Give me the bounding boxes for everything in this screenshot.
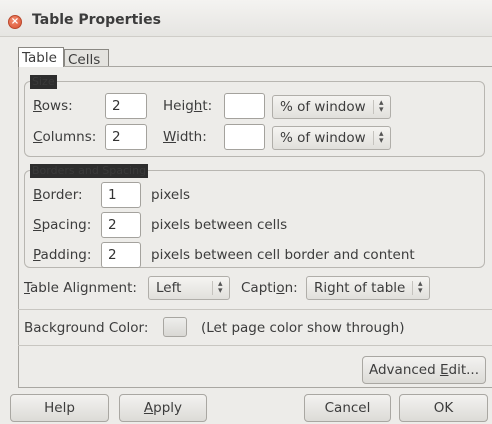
separator	[18, 345, 492, 346]
spinner-arrows-icon: ▴ ▾	[412, 280, 424, 296]
borders-group-legend: Borders and Spacing	[30, 164, 149, 178]
caption-value: Right of table	[314, 280, 406, 296]
spacing-unit: pixels between cells	[151, 217, 288, 233]
height-unit-select[interactable]: % of window ▴ ▾	[272, 95, 391, 119]
border-field[interactable]: 1	[101, 182, 141, 208]
table-alignment-value: Left	[156, 280, 182, 296]
border-unit: pixels	[151, 187, 190, 203]
caption-label: Caption:	[241, 280, 298, 296]
rows-field[interactable]: 2	[105, 93, 147, 119]
caption-select[interactable]: Right of table ▴ ▾	[306, 276, 430, 300]
spacing-label: Spacing:	[33, 217, 92, 233]
title-bar: × Table Properties	[0, 0, 492, 37]
advanced-edit-button[interactable]: Advanced Edit...	[362, 356, 486, 384]
tab-cells[interactable]: Cells	[64, 49, 109, 68]
columns-field[interactable]: 2	[105, 124, 147, 150]
tab-table[interactable]: Table	[18, 47, 64, 67]
columns-label: Columns:	[33, 129, 97, 145]
rows-label-rest: ows:	[41, 98, 73, 114]
rows-label-mnemonic: R	[33, 98, 42, 114]
width-field[interactable]	[224, 124, 265, 150]
spacing-field[interactable]: 2	[101, 212, 141, 238]
table-alignment-label: Table Alignment:	[24, 280, 137, 296]
spinner-arrows-icon: ▴ ▾	[212, 280, 224, 296]
help-button[interactable]: Help	[10, 394, 109, 422]
width-unit-select[interactable]: % of window ▴ ▾	[272, 126, 391, 150]
spinner-arrows-icon: ▴ ▾	[373, 99, 385, 115]
width-unit-value: % of window	[280, 130, 366, 146]
width-label: Width:	[163, 129, 207, 145]
cancel-button[interactable]: Cancel	[304, 394, 391, 422]
rows-label: Rows:	[33, 98, 73, 114]
apply-button[interactable]: Apply	[119, 394, 207, 422]
close-icon[interactable]: ×	[8, 15, 22, 29]
padding-field[interactable]: 2	[101, 242, 141, 268]
height-unit-value: % of window	[280, 99, 366, 115]
border-label: Border:	[33, 187, 83, 203]
height-field[interactable]	[224, 93, 265, 119]
window-title: Table Properties	[32, 12, 161, 28]
size-group-legend: Size	[30, 75, 57, 89]
table-alignment-select[interactable]: Left ▴ ▾	[148, 276, 230, 300]
background-color-button[interactable]	[163, 317, 187, 337]
height-label: Height:	[163, 98, 213, 114]
background-color-label: Background Color:	[24, 320, 149, 336]
padding-unit: pixels between cell border and content	[151, 247, 415, 263]
spinner-arrows-icon: ▴ ▾	[373, 130, 385, 146]
background-color-note: (Let page color show through)	[201, 320, 405, 336]
separator	[18, 309, 492, 310]
padding-label: Padding:	[33, 247, 92, 263]
ok-button[interactable]: OK	[399, 394, 488, 422]
